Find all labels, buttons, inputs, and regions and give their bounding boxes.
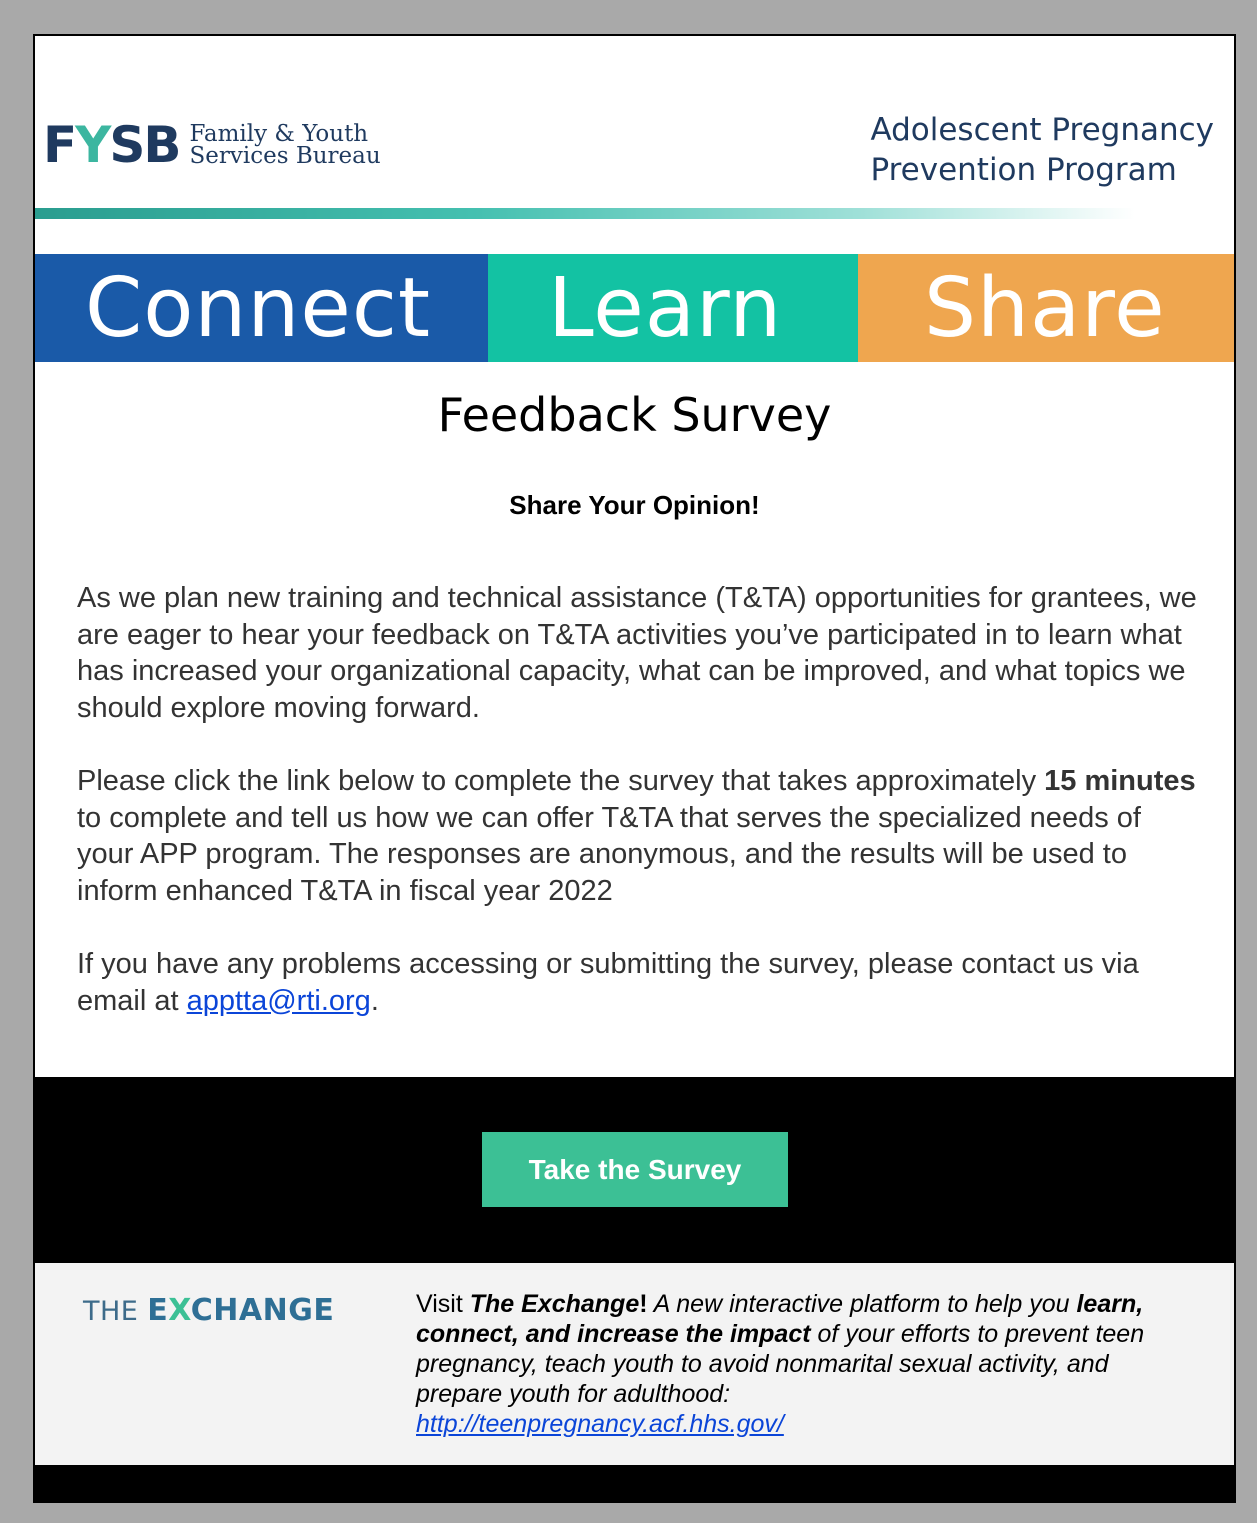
footer: THE EXCHANGE Visit The Exchange! A new i…	[35, 1263, 1234, 1465]
program-title-line2: Prevention Program	[870, 152, 1177, 188]
para2-text-a: Please click the link below to complete …	[77, 765, 1045, 797]
footer-exchange-name: The Exchange	[469, 1290, 640, 1318]
para2-duration: 15 minutes	[1044, 765, 1196, 797]
fysb-logo-text: Family & Youth Services Bureau	[189, 121, 381, 169]
connect-learn-share-banner: Connect Learn Share	[35, 254, 1234, 362]
email-link[interactable]: apptta@rti.org	[187, 985, 371, 1017]
page-subtitle: Share Your Opinion!	[509, 490, 760, 520]
exchange-link[interactable]: http://teenpregnancy.acf.hhs.gov/	[416, 1410, 784, 1438]
body-text: As we plan new training and technical as…	[77, 580, 1197, 1056]
logo-the: THE	[83, 1296, 139, 1327]
header: FYSB Family & Youth Services Bureau Adol…	[35, 36, 1234, 256]
footer-bang: !	[639, 1290, 648, 1318]
program-title: Adolescent Pregnancy Prevention Program	[870, 110, 1214, 190]
page-title: Feedback Survey	[437, 388, 832, 442]
logo-e: E	[147, 1293, 169, 1328]
banner-share: Share	[858, 254, 1234, 362]
logo-x: X	[168, 1293, 191, 1328]
fysb-logo-mark: FYSB	[43, 116, 181, 174]
logo-exchange: EXCHANGE	[147, 1293, 334, 1328]
program-title-line1: Adolescent Pregnancy	[870, 112, 1214, 148]
header-divider	[35, 208, 1135, 219]
the-exchange-logo: THE EXCHANGE	[83, 1293, 334, 1328]
bottom-bar	[35, 1465, 1234, 1501]
paragraph-instructions: Please click the link below to complete …	[77, 763, 1197, 909]
fysb-logo: FYSB Family & Youth Services Bureau	[43, 120, 381, 170]
para3-text-b: .	[370, 984, 379, 1017]
footer-visit: Visit	[416, 1290, 470, 1318]
paragraph-contact: If you have any problems accessing or su…	[77, 946, 1197, 1019]
paragraph-intro: As we plan new training and technical as…	[77, 582, 1197, 724]
fysb-name-line1: Family & Youth	[189, 121, 369, 147]
footer-description: Visit The Exchange! A new interactive pl…	[416, 1289, 1196, 1439]
cta-section: Take the Survey	[35, 1077, 1234, 1263]
banner-learn: Learn	[488, 254, 858, 362]
banner-connect: Connect	[35, 254, 488, 362]
footer-desc-a: A new interactive platform to help you	[647, 1290, 1077, 1318]
para2-text-b: to complete and tell us how we can offer…	[77, 801, 1141, 907]
email-card: FYSB Family & Youth Services Bureau Adol…	[33, 34, 1236, 1503]
take-survey-button[interactable]: Take the Survey	[482, 1132, 788, 1207]
fysb-name-line2: Services Bureau	[189, 143, 381, 169]
logo-change: CHANGE	[190, 1293, 335, 1328]
